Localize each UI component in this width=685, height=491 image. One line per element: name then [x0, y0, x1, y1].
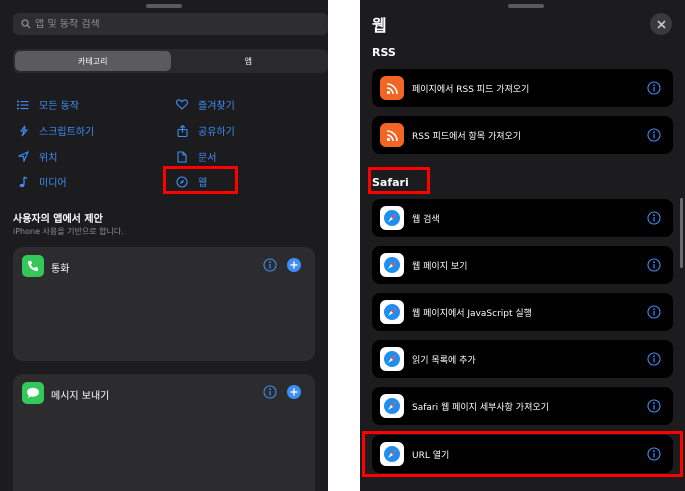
category-documents[interactable]: 문서: [176, 149, 216, 164]
info-icon[interactable]: [263, 385, 277, 399]
web-actions-panel: 웹 RSS 페이지에서 RSS 피드 가져오기 RSS 피드에서 항목 가져오기…: [360, 0, 685, 491]
info-icon[interactable]: [647, 305, 661, 319]
suggestions-subtitle: iPhone 사용을 기반으로 합니다.: [13, 227, 124, 236]
heart-icon: [176, 99, 188, 111]
action-row[interactable]: 페이지에서 RSS 피드 가져오기: [372, 69, 673, 107]
page-title: 웹: [372, 16, 387, 35]
action-label: 웹 페이지 보기: [412, 261, 468, 272]
sheet-grabber[interactable]: [146, 4, 182, 8]
suggestion-card-message[interactable]: 메시지 보내기: [13, 374, 315, 491]
info-icon[interactable]: [647, 352, 661, 366]
location-arrow-icon: [17, 151, 29, 163]
section-title-rss: RSS: [372, 46, 396, 59]
rss-icon: [380, 123, 404, 147]
suggestion-card-call[interactable]: 통화: [13, 247, 315, 361]
action-row[interactable]: 웹 페이지에서 JavaScript 실행: [372, 293, 673, 331]
search-bar[interactable]: [13, 13, 328, 35]
category-label: 모든 동작: [39, 101, 79, 112]
action-label: 페이지에서 RSS 피드 가져오기: [412, 84, 530, 95]
segmented-control: 카테고리 앱: [13, 49, 328, 73]
document-icon: [176, 150, 188, 163]
category-favorites[interactable]: 즐겨찾기: [176, 97, 235, 112]
music-note-icon: [17, 175, 29, 188]
segment-apps[interactable]: 앱: [171, 51, 327, 71]
action-row[interactable]: 웹 검색: [372, 199, 673, 237]
info-icon[interactable]: [647, 81, 661, 95]
category-label: 위치: [39, 153, 58, 164]
action-row[interactable]: 웹 페이지 보기: [372, 246, 673, 284]
sheet-grabber[interactable]: [508, 4, 544, 8]
category-sharing[interactable]: 공유하기: [176, 123, 235, 138]
highlight-box-safari: [368, 167, 430, 194]
category-label: 즐겨찾기: [198, 101, 235, 112]
category-label: 문서: [198, 153, 217, 164]
info-icon[interactable]: [647, 399, 661, 413]
list-icon: [17, 99, 29, 111]
search-icon: [21, 19, 31, 29]
safari-compass-icon: [380, 394, 404, 418]
highlight-box-web: [163, 166, 238, 194]
info-icon[interactable]: [647, 211, 661, 225]
safari-compass-icon: [380, 300, 404, 324]
segment-category[interactable]: 카테고리: [15, 51, 171, 71]
category-label: 미디어: [39, 178, 67, 189]
category-label: 스크립트하기: [39, 127, 95, 138]
add-icon[interactable]: [287, 258, 301, 272]
suggestions-title: 사용자의 앱에서 제안: [13, 214, 103, 225]
scrollbar[interactable]: [680, 198, 683, 268]
safari-compass-icon: [380, 347, 404, 371]
category-location[interactable]: 위치: [17, 149, 57, 164]
close-icon: [656, 19, 666, 29]
info-icon[interactable]: [647, 258, 661, 272]
add-icon[interactable]: [287, 385, 301, 399]
action-label: Safari 웹 페이지 세부사항 가져오기: [412, 402, 549, 413]
close-button[interactable]: [650, 13, 672, 35]
action-row[interactable]: Safari 웹 페이지 세부사항 가져오기: [372, 387, 673, 425]
action-row[interactable]: 읽기 목록에 추가: [372, 340, 673, 378]
rss-icon: [380, 76, 404, 100]
info-icon[interactable]: [647, 128, 661, 142]
category-media[interactable]: 미디어: [17, 174, 67, 189]
safari-compass-icon: [380, 206, 404, 230]
safari-compass-icon: [380, 253, 404, 277]
action-label: 읽기 목록에 추가: [412, 355, 476, 366]
category-label: 공유하기: [198, 127, 235, 138]
info-icon[interactable]: [263, 258, 277, 272]
share-icon: [176, 124, 188, 137]
action-label: 웹 페이지에서 JavaScript 실행: [412, 308, 532, 319]
script-icon: [17, 125, 29, 137]
message-app-icon: [22, 382, 44, 404]
phone-app-icon: [22, 255, 44, 277]
category-all-actions[interactable]: 모든 동작: [17, 97, 79, 112]
action-row[interactable]: RSS 피드에서 항목 가져오기: [372, 116, 673, 154]
highlight-box-open-url: [362, 431, 683, 477]
card-title: 메시지 보내기: [51, 391, 110, 402]
category-scripting[interactable]: 스크립트하기: [17, 123, 94, 138]
action-label: RSS 피드에서 항목 가져오기: [412, 131, 522, 142]
action-label: 웹 검색: [412, 214, 440, 225]
card-title: 통화: [51, 264, 70, 275]
search-input[interactable]: [35, 18, 295, 30]
actions-library-panel: 카테고리 앱 모든 동작 즐겨찾기 스크립트하기 공유하기 위치 문서 미디어 …: [0, 0, 328, 491]
